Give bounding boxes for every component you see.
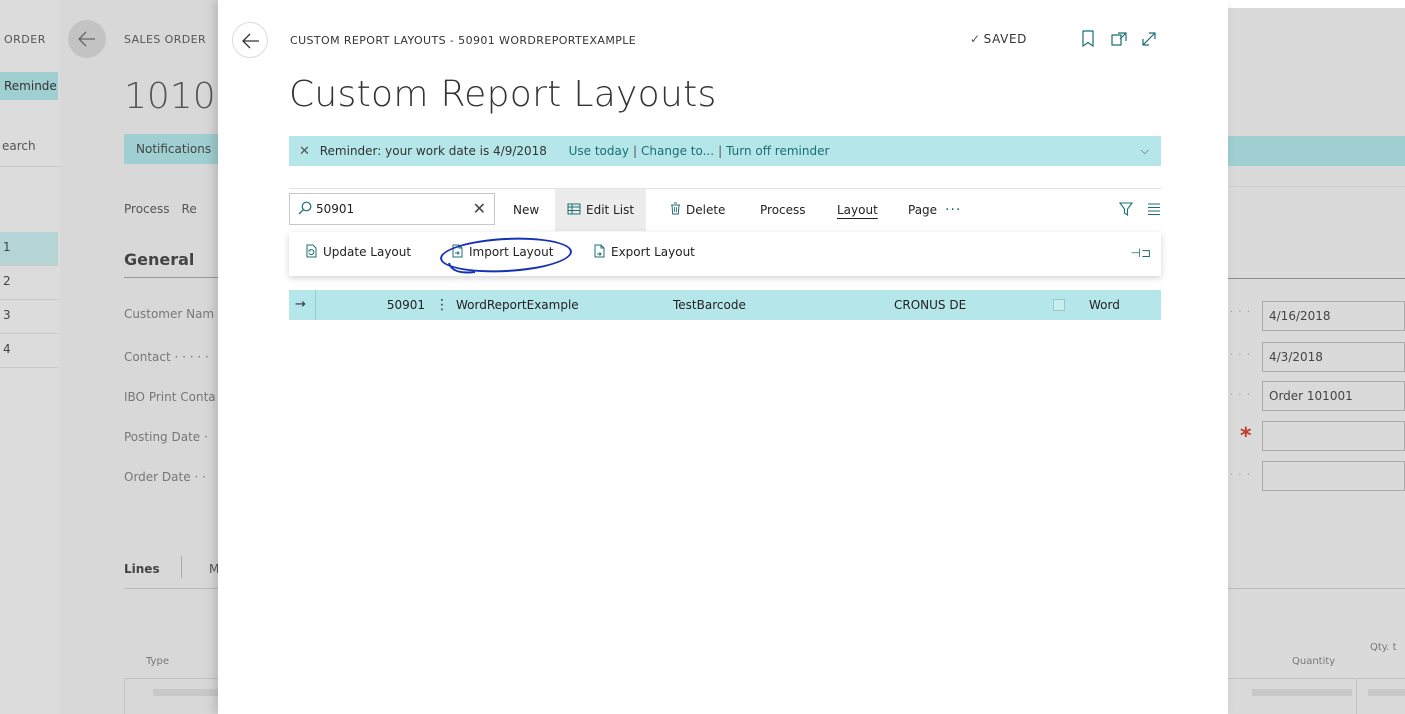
background-page-order: ORDER Reminde earch 1 2 3 4 bbox=[0, 0, 60, 714]
saved-status: ✓ SAVED bbox=[970, 32, 1027, 46]
list-view-icon[interactable] bbox=[1147, 201, 1161, 220]
page-title: Custom Report Layouts bbox=[289, 74, 717, 115]
bg-notifications-bar: Notifications bbox=[124, 134, 218, 164]
search-icon bbox=[298, 201, 312, 215]
top-right-toolbar bbox=[1080, 30, 1158, 48]
bg-lines-grid bbox=[1228, 678, 1405, 714]
bg-text-field: Order 101001 bbox=[1262, 381, 1405, 411]
chevron-down-icon[interactable]: ⌵ bbox=[1141, 136, 1149, 166]
delete-button[interactable]: Delete bbox=[670, 189, 725, 231]
change-to-link[interactable]: Change to... bbox=[641, 144, 714, 158]
bg-date-field: 4/16/2018 bbox=[1262, 301, 1405, 331]
row-selected-arrow-icon: → bbox=[295, 297, 306, 312]
filter-icon[interactable] bbox=[1118, 201, 1134, 220]
clear-search-icon[interactable]: ✕ bbox=[473, 199, 486, 218]
checkmark-icon: ✓ bbox=[970, 32, 981, 46]
table-row[interactable]: → 50901 ⋮ WordReportExample TestBarcode … bbox=[289, 290, 1161, 320]
row-actions-icon[interactable]: ⋮ bbox=[435, 290, 449, 320]
custom-report-layouts-dialog: CUSTOM REPORT LAYOUTS - 50901 WORDREPORT… bbox=[218, 0, 1228, 714]
bg-notifications-bar bbox=[1228, 136, 1405, 166]
search-input[interactable]: 50901 bbox=[316, 202, 354, 216]
bg-field-label: Order Date · · bbox=[124, 470, 206, 484]
bg-row: 1 bbox=[0, 232, 58, 266]
bg-lines-tab: Lines bbox=[124, 562, 160, 576]
bg-search-label: earch bbox=[2, 139, 36, 153]
bg-action-bar: Process Re bbox=[124, 202, 209, 216]
update-layout-item[interactable]: Update Layout bbox=[305, 244, 411, 261]
edit-list-button[interactable]: Edit List bbox=[555, 189, 647, 232]
list-tools bbox=[1118, 201, 1161, 220]
page-menu[interactable]: Page bbox=[908, 189, 937, 231]
work-date-reminder-bar: ✕ Reminder: your work date is 4/9/2018 U… bbox=[289, 136, 1161, 166]
bg-section-general: General bbox=[124, 250, 195, 269]
bg-sales-order-caption: SALES ORDER bbox=[124, 33, 207, 46]
expand-icon[interactable] bbox=[1140, 30, 1158, 48]
new-button[interactable]: New bbox=[513, 189, 539, 231]
bg-back-button bbox=[68, 20, 106, 58]
page-caption: CUSTOM REPORT LAYOUTS - 50901 WORDREPORT… bbox=[290, 34, 637, 47]
bg-field-label: Customer Nam bbox=[124, 307, 215, 321]
more-options-icon[interactable]: ··· bbox=[945, 189, 961, 231]
reminder-text: Reminder: your work date is 4/9/2018 bbox=[319, 144, 547, 158]
pin-icon[interactable]: ⊣⊐ bbox=[1130, 246, 1151, 260]
update-layout-icon bbox=[305, 244, 318, 261]
checkbox-cell[interactable] bbox=[1053, 299, 1065, 311]
bg-lines-grid bbox=[124, 678, 218, 714]
report-name-cell[interactable]: WordReportExample bbox=[456, 290, 579, 320]
export-layout-icon bbox=[593, 244, 606, 261]
action-bar: 50901 ✕ New Edit List Delete Process Lay… bbox=[289, 188, 1161, 232]
type-cell[interactable]: Word bbox=[1089, 290, 1120, 320]
bg-sales-order-number: 10100 bbox=[124, 76, 218, 117]
back-button[interactable] bbox=[232, 22, 268, 58]
trash-icon bbox=[670, 190, 681, 232]
bg-row-list: 1 2 3 4 bbox=[0, 232, 58, 368]
bg-section-underline bbox=[124, 277, 218, 278]
process-menu[interactable]: Process bbox=[760, 189, 806, 231]
bg-column-qty-to: Qty. t bbox=[1370, 642, 1397, 653]
description-cell[interactable]: TestBarcode bbox=[673, 290, 746, 320]
bg-date-field: 4/3/2018 bbox=[1262, 342, 1405, 372]
bg-divider bbox=[124, 588, 218, 589]
background-page-right: · · · 4/16/2018 · · · 4/3/2018 · · · Ord… bbox=[1228, 0, 1405, 714]
turn-off-reminder-link[interactable]: Turn off reminder bbox=[726, 144, 829, 158]
bg-field bbox=[1262, 461, 1405, 491]
layout-dropdown-menu: Update Layout Import Layout Export Layou… bbox=[289, 232, 1161, 276]
bg-field-label: Posting Date · bbox=[124, 430, 208, 444]
bg-action: Process bbox=[124, 202, 170, 216]
bg-column-quantity: Quantity bbox=[1292, 656, 1336, 667]
bg-field-label: IBO Print Conta bbox=[124, 390, 216, 404]
bg-reminder-bar: Reminde bbox=[0, 72, 58, 100]
report-id-cell[interactable]: 50901 bbox=[365, 290, 425, 320]
open-in-new-window-icon[interactable] bbox=[1110, 30, 1128, 48]
dismiss-icon[interactable]: ✕ bbox=[299, 144, 310, 159]
required-asterisk-icon: * bbox=[1240, 424, 1252, 449]
bg-row: 4 bbox=[0, 334, 58, 368]
bg-row: 2 bbox=[0, 266, 58, 300]
bg-column-type: Type bbox=[146, 656, 169, 667]
bookmark-icon[interactable] bbox=[1080, 30, 1098, 48]
search-box[interactable]: 50901 ✕ bbox=[289, 193, 495, 225]
bg-tab-2: M bbox=[209, 562, 218, 576]
background-page-sales-order: SALES ORDER 10100 Notifications Process R… bbox=[60, 0, 218, 714]
bg-page-title: ORDER bbox=[4, 33, 46, 46]
edit-list-icon bbox=[567, 190, 581, 232]
export-layout-item[interactable]: Export Layout bbox=[593, 244, 695, 261]
bg-field-label: Contact · · · · · bbox=[124, 350, 209, 364]
layout-menu[interactable]: Layout bbox=[837, 189, 878, 231]
back-arrow-icon bbox=[242, 33, 259, 49]
back-arrow-icon bbox=[78, 31, 95, 47]
bg-row: 3 bbox=[0, 300, 58, 334]
annotation-stroke-icon bbox=[448, 262, 476, 274]
bg-tab-separator bbox=[181, 556, 182, 578]
bg-required-field bbox=[1262, 421, 1405, 451]
use-today-link[interactable]: Use today bbox=[569, 144, 629, 158]
bg-divider bbox=[0, 166, 60, 167]
company-cell[interactable]: CRONUS DE bbox=[894, 290, 966, 320]
bg-action: Re bbox=[181, 202, 197, 216]
